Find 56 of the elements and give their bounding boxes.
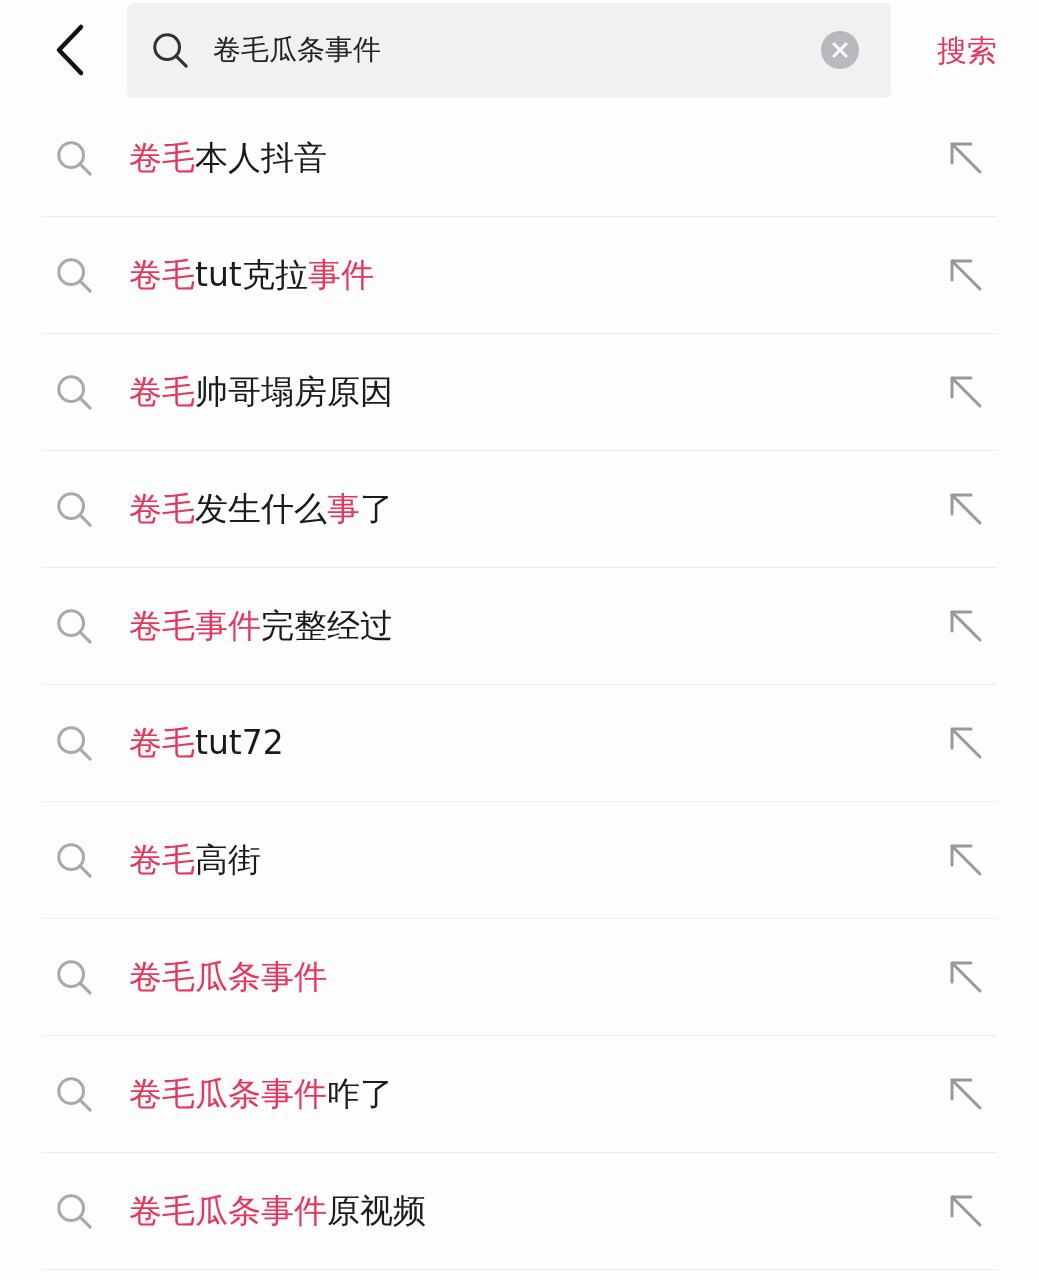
fill-query-button[interactable] xyxy=(949,843,983,877)
suggestion-text: 卷毛帅哥塌房原因 xyxy=(129,371,394,414)
fill-query-button[interactable] xyxy=(949,609,983,643)
search-button[interactable]: 搜索 xyxy=(937,27,997,73)
suggestion-item[interactable]: 卷毛高街 xyxy=(42,802,997,919)
up-left-arrow-icon xyxy=(949,375,983,409)
suggestion-text: 卷毛事件完整经过 xyxy=(129,605,394,648)
search-icon xyxy=(55,139,93,177)
suggestion-item[interactable]: 卷毛tut克拉事件 xyxy=(42,217,997,334)
close-icon xyxy=(832,42,848,58)
fill-query-button[interactable] xyxy=(949,960,983,994)
fill-query-button[interactable] xyxy=(949,492,983,526)
up-left-arrow-icon xyxy=(949,1077,983,1111)
suggestion-item[interactable]: 卷毛瓜条事件 xyxy=(42,919,997,1036)
suggestion-item[interactable]: 卷毛本人抖音 xyxy=(42,100,997,217)
up-left-arrow-icon xyxy=(949,1194,983,1228)
search-icon xyxy=(55,373,93,411)
suggestion-text: 卷毛发生什么事了 xyxy=(129,488,394,531)
fill-query-button[interactable] xyxy=(949,726,983,760)
suggestion-text: 卷毛瓜条事件 xyxy=(129,956,328,999)
suggestion-item[interactable]: 卷毛瓜条事件原视频 xyxy=(42,1153,997,1270)
fill-query-button[interactable] xyxy=(949,1077,983,1111)
suggestion-text: 卷毛tut72 xyxy=(129,722,285,765)
suggestion-text: 卷毛tut克拉事件 xyxy=(129,254,375,297)
fill-query-button[interactable] xyxy=(949,1194,983,1228)
up-left-arrow-icon xyxy=(949,609,983,643)
fill-query-button[interactable] xyxy=(949,258,983,292)
search-icon xyxy=(55,607,93,645)
search-icon xyxy=(55,841,93,879)
search-icon xyxy=(55,490,93,528)
search-icon xyxy=(55,256,93,294)
search-field[interactable]: 卷毛瓜条事件 xyxy=(127,2,891,98)
fill-query-button[interactable] xyxy=(949,141,983,175)
up-left-arrow-icon xyxy=(949,843,983,877)
search-icon xyxy=(55,958,93,996)
up-left-arrow-icon xyxy=(949,726,983,760)
suggestion-item[interactable]: 卷毛发生什么事了 xyxy=(42,451,997,568)
up-left-arrow-icon xyxy=(949,960,983,994)
suggestion-item[interactable]: 卷毛事件完整经过 xyxy=(42,568,997,685)
search-icon xyxy=(55,1192,93,1230)
suggestion-item[interactable]: 卷毛瓜条事件咋了 xyxy=(42,1036,997,1153)
suggestion-text: 卷毛瓜条事件咋了 xyxy=(129,1073,394,1116)
suggestion-text: 卷毛高街 xyxy=(129,839,262,882)
clear-button[interactable] xyxy=(821,31,859,69)
search-icon xyxy=(151,31,189,69)
suggestion-item[interactable]: 卷毛tut72 xyxy=(42,685,997,802)
suggestion-text: 卷毛瓜条事件原视频 xyxy=(129,1190,427,1233)
search-icon xyxy=(55,724,93,762)
search-icon xyxy=(55,1075,93,1113)
suggestion-text: 卷毛本人抖音 xyxy=(129,137,328,180)
up-left-arrow-icon xyxy=(949,141,983,175)
suggestion-item[interactable]: 卷毛帅哥塌房原因 xyxy=(42,334,997,451)
fill-query-button[interactable] xyxy=(949,375,983,409)
up-left-arrow-icon xyxy=(949,492,983,526)
search-query: 卷毛瓜条事件 xyxy=(213,32,382,68)
up-left-arrow-icon xyxy=(949,258,983,292)
